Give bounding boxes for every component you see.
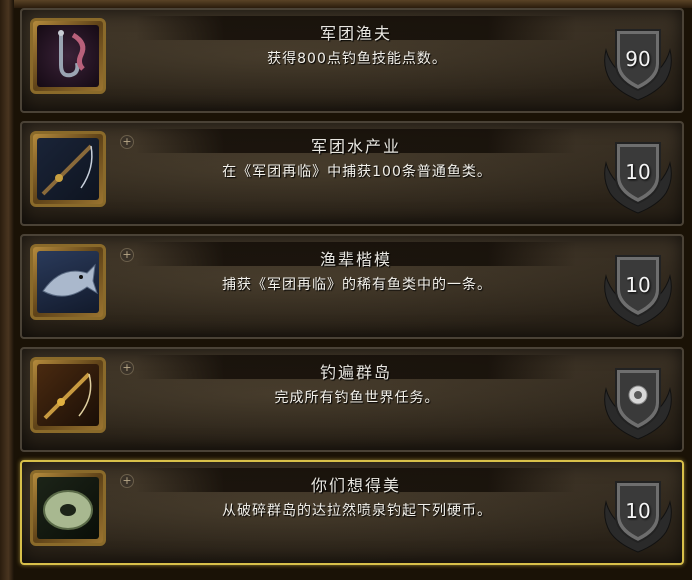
- rare-fish-icon: [37, 251, 99, 313]
- achievement-row[interactable]: + 军团水产业 在《军团再临》中捕获100条普通鱼类。 10: [20, 121, 684, 226]
- achievement-points-shield: 10: [600, 133, 676, 217]
- achievement-points-shield: 90: [600, 20, 676, 104]
- achievement-title-bar: 钓遍群岛: [136, 355, 576, 382]
- achievement-points: 10: [625, 499, 651, 523]
- window-left-border: [0, 0, 14, 580]
- achievement-description: 完成所有钓鱼世界任务。: [274, 390, 440, 406]
- expand-icon[interactable]: +: [120, 474, 134, 488]
- achievement-title: 军团水产业: [310, 137, 401, 156]
- achievement-points-shield: [600, 359, 676, 443]
- achievement-points-shield: 10: [600, 472, 676, 556]
- fishing-hook-icon: [37, 25, 99, 87]
- achievement-row[interactable]: + 钓遍群岛 完成所有钓鱼世界任务。: [20, 347, 684, 452]
- expand-icon[interactable]: +: [120, 361, 134, 375]
- achievement-icon-frame: [30, 244, 106, 320]
- achievement-icon-frame: [30, 18, 106, 94]
- fishing-pole-icon: [37, 364, 99, 426]
- coin-icon: [37, 477, 99, 539]
- achievement-title-bar: 军团水产业: [136, 129, 576, 156]
- achievement-title: 你们想得美: [310, 476, 401, 495]
- achievement-title: 渔辈楷模: [319, 250, 392, 269]
- achievement-points: 90: [625, 47, 651, 71]
- achievement-points: 10: [625, 160, 651, 184]
- achievement-row[interactable]: + 渔辈楷模 捕获《军团再临》的稀有鱼类中的一条。 10: [20, 234, 684, 339]
- achievement-icon-frame: [30, 357, 106, 433]
- achievement-description: 从破碎群岛的达拉然喷泉钓起下列硬币。: [222, 503, 492, 519]
- achievement-row[interactable]: 军团渔夫 获得800点钓鱼技能点数。 90: [20, 8, 684, 113]
- achievement-row[interactable]: + 你们想得美 从破碎群岛的达拉然喷泉钓起下列硬币。 10: [20, 460, 684, 565]
- achievement-description: 获得800点钓鱼技能点数。: [267, 51, 447, 67]
- achievement-description: 在《军团再临》中捕获100条普通鱼类。: [222, 164, 492, 180]
- fishing-pole-icon: [37, 138, 99, 200]
- achievement-title: 军团渔夫: [319, 24, 392, 43]
- achievement-icon-frame: [30, 131, 106, 207]
- achievement-points: 10: [625, 273, 651, 297]
- feat-of-strength-shield-icon: [604, 368, 672, 440]
- achievement-points-shield: 10: [600, 246, 676, 330]
- achievement-icon-frame: [30, 470, 106, 546]
- expand-icon[interactable]: +: [120, 135, 134, 149]
- expand-icon[interactable]: +: [120, 248, 134, 262]
- window-top-border: [0, 0, 692, 8]
- achievement-title: 钓遍群岛: [319, 363, 392, 382]
- achievement-title-bar: 你们想得美: [136, 468, 576, 495]
- achievement-title-bar: 渔辈楷模: [136, 242, 576, 269]
- achievement-description: 捕获《军团再临》的稀有鱼类中的一条。: [222, 277, 492, 293]
- achievement-title-bar: 军团渔夫: [136, 16, 576, 43]
